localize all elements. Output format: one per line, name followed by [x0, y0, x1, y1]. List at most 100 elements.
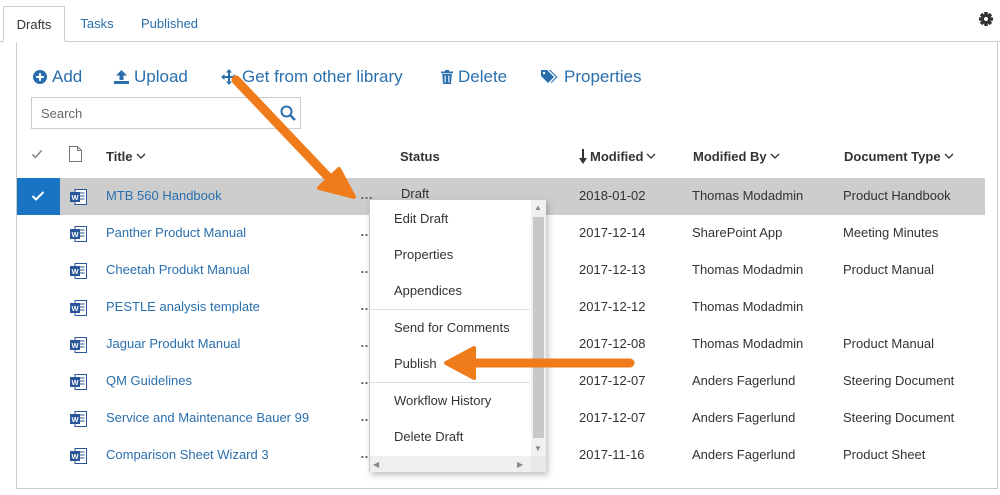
upload-label: Upload	[134, 67, 188, 86]
get-from-library-button[interactable]: Get from other library	[221, 64, 403, 90]
scrollbar-corner	[531, 456, 546, 472]
add-label: Add	[52, 67, 83, 86]
context-menu: Edit Draft Properties Appendices Send fo…	[369, 199, 546, 472]
menu-item-send-for-comments[interactable]: Send for Comments	[370, 310, 530, 346]
document-type-cell: Product Handbook	[843, 188, 951, 203]
modified-by-cell: Thomas Modadmin	[692, 336, 804, 351]
word-document-icon: W	[70, 300, 87, 316]
svg-text:W: W	[71, 230, 79, 239]
properties-label: Properties	[564, 67, 642, 86]
column-status-label: Status	[400, 148, 440, 164]
scroll-up-arrow-icon[interactable]: ▲	[534, 203, 542, 212]
column-modified-label: Modified	[590, 148, 644, 164]
svg-text:W: W	[71, 341, 79, 350]
gear-icon[interactable]	[977, 10, 995, 28]
word-document-icon: W	[70, 448, 87, 464]
tab-drafts[interactable]: Drafts	[3, 6, 65, 42]
word-document-icon: W	[70, 411, 87, 427]
menu-item-edit-draft[interactable]: Edit Draft	[370, 201, 530, 237]
chevron-down-icon	[646, 153, 656, 159]
modified-by-cell: Thomas Modadmin	[692, 262, 804, 277]
search-input[interactable]	[32, 98, 272, 128]
upload-button[interactable]: Upload	[114, 64, 188, 90]
upload-icon	[114, 70, 129, 84]
plus-circle-icon	[33, 70, 47, 84]
document-title-link[interactable]: Jaguar Produkt Manual	[106, 326, 240, 362]
column-document-type[interactable]: Document Type	[844, 146, 954, 166]
menu-item-workflow-history[interactable]: Workflow History	[370, 383, 530, 419]
get-from-library-label: Get from other library	[242, 67, 403, 86]
modified-by-cell: Thomas Modadmin	[692, 188, 804, 203]
document-type-cell: Product Manual	[843, 262, 935, 277]
scroll-right-arrow-icon[interactable]: ▶	[517, 460, 523, 469]
svg-text:W: W	[71, 267, 79, 276]
modified-cell: 2017-12-12	[579, 299, 646, 314]
document-title-link[interactable]: Service and Maintenance Bauer 99	[106, 400, 309, 436]
document-type-cell: Product Sheet	[843, 447, 926, 462]
modified-cell: 2017-11-16	[579, 447, 645, 462]
sort-descending-icon	[579, 148, 587, 164]
add-button[interactable]: Add	[33, 64, 82, 90]
scroll-down-arrow-icon[interactable]: ▼	[534, 444, 542, 453]
trash-icon	[441, 70, 453, 84]
svg-text:W: W	[71, 304, 79, 313]
move-arrows-icon	[221, 69, 237, 85]
document-title-link[interactable]: Cheetah Produkt Manual	[106, 252, 250, 288]
document-title-link[interactable]: PESTLE analysis template	[106, 289, 260, 325]
delete-button[interactable]: Delete	[441, 64, 507, 90]
document-title-link[interactable]: MTB 560 Handbook	[106, 178, 222, 214]
modified-cell: 2017-12-14	[579, 225, 646, 240]
tab-tasks[interactable]: Tasks	[72, 6, 122, 42]
chevron-down-icon	[136, 153, 145, 159]
modified-by-cell: Anders Fagerlund	[692, 410, 796, 425]
document-icon	[69, 146, 82, 162]
delete-label: Delete	[458, 67, 508, 86]
column-modified-by-label: Modified By	[693, 148, 767, 164]
svg-text:W: W	[71, 378, 79, 387]
word-document-icon: W	[70, 337, 87, 353]
column-status: Status	[400, 146, 440, 166]
document-title-link[interactable]: Comparison Sheet Wizard 3	[106, 437, 269, 473]
search-icon[interactable]	[280, 105, 296, 121]
modified-cell: 2017-12-08	[579, 336, 646, 351]
checkmark-icon	[31, 191, 45, 201]
word-document-icon: W	[70, 374, 87, 390]
menu-item-publish[interactable]: Publish	[370, 346, 530, 382]
document-title-link[interactable]: QM Guidelines	[106, 363, 192, 399]
tab-bar: Drafts Tasks Published	[0, 0, 1000, 42]
document-type-cell: Meeting Minutes	[843, 225, 939, 240]
document-type-cell: Product Manual	[843, 336, 935, 351]
modified-cell: 2017-12-07	[579, 410, 646, 425]
menu-item-delete-draft[interactable]: Delete Draft	[370, 419, 530, 455]
tab-published[interactable]: Published	[132, 6, 207, 42]
menu-item-appendices[interactable]: Appendices	[370, 273, 530, 309]
document-type-cell: Steering Document	[843, 410, 955, 425]
column-modified-by[interactable]: Modified By	[693, 146, 780, 166]
modified-by-cell: Anders Fagerlund	[692, 447, 796, 462]
chevron-down-icon	[770, 153, 780, 159]
modified-cell: 2018-01-02	[579, 188, 646, 203]
modified-by-cell: Thomas Modadmin	[692, 299, 804, 314]
properties-button[interactable]: Properties	[541, 64, 641, 90]
word-document-icon: W	[70, 226, 87, 242]
column-modified[interactable]: Modified	[579, 146, 656, 166]
modified-cell: 2017-12-07	[579, 373, 646, 388]
row-select-checkbox[interactable]	[17, 178, 60, 215]
chevron-down-icon	[944, 153, 954, 159]
menu-scroll-thumb[interactable]	[533, 217, 544, 438]
document-title-link[interactable]: Panther Product Manual	[106, 215, 246, 251]
svg-text:W: W	[71, 415, 79, 424]
select-all-checkbox[interactable]	[31, 148, 43, 160]
scroll-left-arrow-icon[interactable]: ◀	[373, 460, 379, 469]
modified-by-cell: SharePoint App	[692, 225, 783, 240]
column-document-type-label: Document Type	[844, 148, 941, 164]
word-document-icon: W	[70, 189, 87, 205]
menu-item-properties[interactable]: Properties	[370, 237, 530, 273]
modified-cell: 2017-12-13	[579, 262, 646, 277]
column-title[interactable]: Title	[106, 146, 146, 166]
modified-by-cell: Anders Fagerlund	[692, 373, 796, 388]
menu-horizontal-scrollbar[interactable]	[370, 456, 531, 472]
svg-text:W: W	[71, 193, 79, 202]
document-type-cell: Steering Document	[843, 373, 955, 388]
word-document-icon: W	[70, 263, 87, 279]
